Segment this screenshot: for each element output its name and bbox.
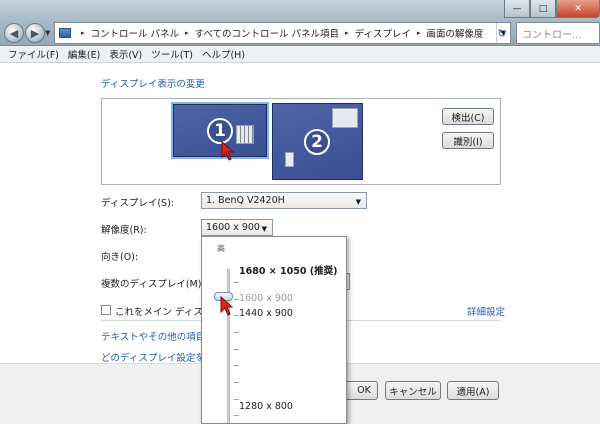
back-arrow-icon: ◀ bbox=[9, 26, 19, 40]
breadcrumb-display[interactable]: ディスプレイ bbox=[355, 26, 411, 40]
resolution-label: 解像度(R): bbox=[101, 225, 147, 236]
breadcrumb-control-panel[interactable]: コントロール パネル bbox=[91, 26, 180, 40]
main-display-checkbox-label: これをメイン ディスプ bbox=[115, 307, 213, 318]
minimize-button[interactable]: — bbox=[504, 0, 530, 18]
slider-tick bbox=[234, 365, 239, 366]
search-input[interactable]: コントロー... bbox=[516, 22, 600, 44]
display-settings-link[interactable]: どのディスプレイ設定を選 bbox=[101, 350, 214, 364]
breadcrumb-all-items[interactable]: すべてのコントロール パネル項目 bbox=[195, 26, 339, 40]
ok-button-label: OK bbox=[357, 385, 371, 396]
mouse-cursor-icon bbox=[221, 141, 235, 161]
cancel-button[interactable]: キャンセル bbox=[385, 381, 441, 400]
monitor-arrangement-area: 1 2 検出(C) 識別(I) bbox=[101, 98, 501, 185]
option-1680x1050[interactable]: 1680 × 1050 (推奨) bbox=[239, 263, 337, 277]
main-display-checkbox[interactable] bbox=[101, 305, 111, 315]
slider-tick bbox=[234, 332, 239, 333]
breadcrumb-separator-icon[interactable]: ▸ bbox=[185, 29, 189, 37]
breadcrumb-separator-icon[interactable]: ▸ bbox=[81, 29, 85, 37]
apply-button[interactable]: 適用(A) bbox=[447, 381, 499, 400]
monitor-1[interactable]: 1 bbox=[173, 104, 267, 157]
window-controls: — □ ✕ bbox=[504, 0, 600, 18]
desktop-thumbnail-icon bbox=[236, 125, 254, 144]
window-thumbnail-icon bbox=[332, 108, 358, 128]
display-select-value: 1. BenQ V2420H bbox=[206, 195, 285, 206]
monitor-number-badge: 2 bbox=[304, 129, 330, 155]
window-titlebar: — □ ✕ ◀ ▶ ▼ ▸ コントロール パネル ▸ すべてのコントロール パネ… bbox=[0, 0, 600, 46]
recent-pages-dropdown-icon[interactable]: ▼ bbox=[45, 29, 50, 37]
display-label: ディスプレイ(S): bbox=[101, 198, 174, 209]
breadcrumb-resolution[interactable]: 画面の解像度 bbox=[426, 26, 483, 40]
control-panel-icon bbox=[59, 28, 71, 38]
display-select[interactable]: 1. BenQ V2420H ▼ bbox=[201, 192, 367, 209]
chevron-down-icon: ▼ bbox=[261, 225, 267, 233]
maximize-button[interactable]: □ bbox=[530, 0, 556, 18]
menu-file[interactable]: ファイル(F) bbox=[8, 47, 59, 61]
menu-help[interactable]: ヘルプ(H) bbox=[202, 47, 245, 61]
multiple-displays-label: 複数のディスプレイ(M): bbox=[101, 279, 205, 290]
breadcrumb-separator-icon[interactable]: ▸ bbox=[345, 29, 349, 37]
orientation-label: 向き(O): bbox=[101, 252, 139, 263]
option-1440x900[interactable]: 1440 x 900 bbox=[239, 308, 293, 319]
menu-bar: ファイル(F) 編集(E) 表示(V) ツール(T) ヘルプ(H) bbox=[0, 46, 600, 63]
resolution-slider-popup: 高 1680 × 1050 (推奨) 1600 x 900 1440 x 900… bbox=[201, 236, 347, 424]
refresh-icon[interactable]: ↻ bbox=[493, 23, 511, 43]
slider-tick bbox=[234, 415, 239, 416]
menu-tools[interactable]: ツール(T) bbox=[151, 47, 193, 61]
slider-high-label: 高 bbox=[217, 244, 225, 253]
window-thumbnail-icon bbox=[285, 152, 294, 167]
advanced-settings-link[interactable]: 詳細設定 bbox=[467, 304, 505, 318]
slider-tick bbox=[234, 382, 239, 383]
chevron-down-icon: ▼ bbox=[355, 198, 361, 206]
slider-tick bbox=[234, 282, 239, 283]
forward-arrow-icon: ▶ bbox=[30, 26, 40, 40]
menu-view[interactable]: 表示(V) bbox=[109, 47, 142, 61]
option-1280x800[interactable]: 1280 x 800 bbox=[239, 401, 293, 412]
page-title: ディスプレイ表示の変更 bbox=[101, 79, 205, 90]
slider-tick bbox=[234, 399, 239, 400]
detect-button[interactable]: 検出(C) bbox=[442, 108, 494, 125]
text-size-link[interactable]: テキストやその他の項目の bbox=[101, 329, 215, 343]
slider-tick bbox=[234, 349, 239, 350]
monitor-2[interactable]: 2 bbox=[272, 103, 363, 180]
menu-edit[interactable]: 編集(E) bbox=[68, 47, 100, 61]
identify-button[interactable]: 識別(I) bbox=[442, 132, 494, 149]
resolution-select[interactable]: 1600 x 900 ▼ bbox=[201, 219, 273, 236]
mouse-cursor-icon bbox=[220, 296, 234, 316]
close-button[interactable]: ✕ bbox=[556, 0, 600, 18]
option-1600x900-current[interactable]: 1600 x 900 bbox=[239, 293, 293, 304]
main-content: ディスプレイ表示の変更 1 2 検出(C) 識別(I) ディスプレイ(S): 1… bbox=[0, 63, 600, 424]
breadcrumb-separator-icon[interactable]: ▸ bbox=[417, 29, 421, 37]
resolution-select-value: 1600 x 900 bbox=[206, 222, 260, 233]
back-button[interactable]: ◀ bbox=[4, 23, 24, 43]
address-bar[interactable]: ▸ コントロール パネル ▸ すべてのコントロール パネル項目 ▸ ディスプレイ… bbox=[54, 22, 511, 44]
forward-button[interactable]: ▶ bbox=[25, 23, 45, 43]
